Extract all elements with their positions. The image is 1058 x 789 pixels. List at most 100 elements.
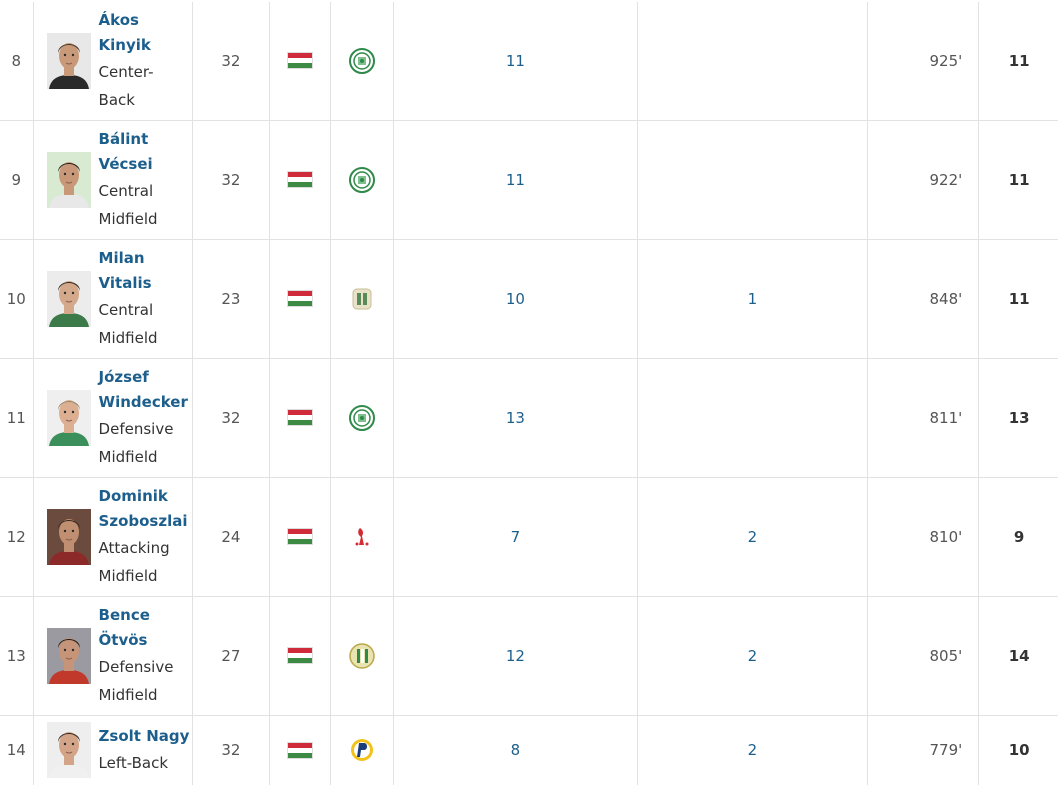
player-avatar[interactable] bbox=[46, 722, 91, 779]
player-position: Defensive bbox=[98, 657, 174, 676]
player-position: Midfield bbox=[98, 447, 158, 466]
player-stats-table: 8 Ákos Kinyik Center- Back 32 11 925' 11 9 Bálint V… bbox=[0, 2, 1058, 785]
player-name-line[interactable]: Vitalis bbox=[99, 271, 158, 296]
minutes-cell: 805' bbox=[867, 596, 979, 716]
rank-cell: 8 bbox=[0, 2, 34, 121]
total-cell: 11 bbox=[978, 239, 1058, 359]
ferencvaros-crest-icon[interactable] bbox=[349, 166, 376, 193]
table-row: 13 Bence Ötvös Defensive Midfield 27 12 2 805' 14 bbox=[0, 596, 1058, 716]
hungary-flag-icon bbox=[286, 647, 313, 664]
player-name-line[interactable]: Bálint bbox=[99, 127, 158, 152]
rank-cell: 10 bbox=[0, 239, 34, 359]
table-row: 12 Dominik Szoboszlai Attacking Midfield 24 7 2… bbox=[0, 477, 1058, 597]
ferencvaros-crest-icon[interactable] bbox=[349, 404, 376, 431]
minutes-cell: 848' bbox=[867, 239, 979, 359]
player-avatar[interactable] bbox=[46, 508, 91, 565]
goals-cell[interactable] bbox=[636, 358, 868, 478]
player-avatar[interactable] bbox=[46, 151, 91, 208]
appearances-cell[interactable]: 11 bbox=[393, 120, 638, 240]
player-cell: Milan Vitalis Central Midfield bbox=[32, 239, 193, 359]
player-name-line[interactable]: Dominik bbox=[99, 484, 188, 509]
nationality-cell bbox=[268, 715, 331, 785]
table-row: 8 Ákos Kinyik Center- Back 32 11 925' 11 bbox=[0, 2, 1058, 121]
nationality-cell bbox=[268, 239, 331, 359]
player-avatar[interactable] bbox=[46, 270, 91, 327]
minutes-cell: 811' bbox=[867, 358, 979, 478]
total-cell: 9 bbox=[978, 477, 1058, 597]
liverpool-crest-icon[interactable] bbox=[349, 524, 375, 550]
nationality-cell bbox=[268, 120, 331, 240]
rank-cell: 11 bbox=[0, 358, 34, 478]
age-cell: 32 bbox=[191, 358, 270, 478]
player-cell: Ákos Kinyik Center- Back bbox=[32, 2, 193, 121]
player-position: Central bbox=[98, 300, 154, 319]
goals-cell[interactable]: 2 bbox=[636, 477, 868, 597]
total-cell: 10 bbox=[978, 715, 1058, 785]
player-position: Midfield bbox=[98, 566, 158, 585]
player-avatar[interactable] bbox=[46, 32, 91, 89]
player-position: Midfield bbox=[98, 685, 158, 704]
ferencvaros-crest-icon[interactable] bbox=[349, 47, 376, 74]
goals-cell[interactable]: 2 bbox=[636, 715, 868, 785]
player-avatar[interactable] bbox=[46, 389, 91, 446]
appearances-cell[interactable]: 7 bbox=[393, 477, 638, 597]
ferencvaros-old-crest-icon[interactable] bbox=[349, 642, 375, 669]
club-cell bbox=[330, 596, 394, 716]
age-cell: 23 bbox=[191, 239, 270, 359]
puskas-akademia-crest-icon[interactable] bbox=[349, 737, 375, 763]
age-cell: 32 bbox=[191, 715, 270, 785]
player-name-line[interactable]: Bence bbox=[99, 603, 174, 628]
club-cell bbox=[330, 2, 394, 121]
player-cell: Bence Ötvös Defensive Midfield bbox=[32, 596, 193, 716]
player-avatar[interactable] bbox=[46, 627, 91, 684]
player-name-line[interactable]: Szoboszlai bbox=[99, 509, 188, 534]
appearances-cell[interactable]: 13 bbox=[393, 358, 638, 478]
hungary-flag-icon bbox=[286, 52, 313, 70]
rank-cell: 12 bbox=[0, 477, 34, 597]
player-name-line[interactable]: Ákos bbox=[99, 8, 154, 33]
hungary-flag-icon bbox=[286, 171, 313, 188]
player-position: Center- bbox=[98, 62, 154, 81]
appearances-cell[interactable]: 8 bbox=[393, 715, 638, 785]
player-name-line[interactable]: Kinyik bbox=[99, 33, 154, 58]
total-cell: 11 bbox=[978, 2, 1058, 121]
player-position: Left-Back bbox=[98, 753, 169, 772]
appearances-cell[interactable]: 11 bbox=[393, 2, 638, 121]
minutes-cell: 779' bbox=[867, 715, 979, 785]
club-cell bbox=[330, 477, 394, 597]
minutes-cell: 925' bbox=[867, 2, 979, 121]
player-position: Defensive bbox=[98, 419, 174, 438]
nationality-cell bbox=[268, 477, 331, 597]
age-cell: 32 bbox=[191, 120, 270, 240]
appearances-cell[interactable]: 12 bbox=[393, 596, 638, 716]
club-cell bbox=[330, 715, 394, 785]
player-name-line[interactable]: József bbox=[99, 365, 188, 390]
minutes-cell: 810' bbox=[867, 477, 979, 597]
player-cell: Zsolt Nagy Left-Back bbox=[32, 715, 193, 785]
player-cell: József Windecker Defensive Midfield bbox=[32, 358, 193, 478]
player-name-line[interactable]: Zsolt Nagy bbox=[99, 724, 190, 749]
club-cell bbox=[330, 239, 394, 359]
player-name-line[interactable]: Ötvös bbox=[99, 628, 174, 653]
appearances-cell[interactable]: 10 bbox=[393, 239, 638, 359]
rank-cell: 13 bbox=[0, 596, 34, 716]
hungary-flag-icon bbox=[286, 409, 313, 426]
total-cell: 13 bbox=[978, 358, 1058, 478]
age-cell: 27 bbox=[191, 596, 270, 716]
rank-cell: 9 bbox=[0, 120, 34, 240]
player-cell: Dominik Szoboszlai Attacking Midfield bbox=[32, 477, 193, 597]
goals-cell[interactable] bbox=[636, 2, 868, 121]
player-name-line[interactable]: Vécsei bbox=[99, 152, 158, 177]
player-name-line[interactable]: Windecker bbox=[99, 390, 188, 415]
hungary-flag-icon bbox=[286, 528, 313, 545]
goals-cell[interactable]: 2 bbox=[636, 596, 868, 716]
goals-cell[interactable]: 1 bbox=[636, 239, 868, 359]
minutes-cell: 922' bbox=[867, 120, 979, 240]
table-row: 11 József Windecker Defensive Midfield 32 13 81… bbox=[0, 358, 1058, 478]
table-row: 9 Bálint Vécsei Central Midfield 32 11 922' 11 bbox=[0, 120, 1058, 240]
hungary-flag-icon bbox=[286, 741, 313, 759]
player-cell: Bálint Vécsei Central Midfield bbox=[32, 120, 193, 240]
paksi-crest-icon[interactable] bbox=[349, 286, 375, 312]
goals-cell[interactable] bbox=[636, 120, 868, 240]
player-name-line[interactable]: Milan bbox=[99, 246, 158, 271]
